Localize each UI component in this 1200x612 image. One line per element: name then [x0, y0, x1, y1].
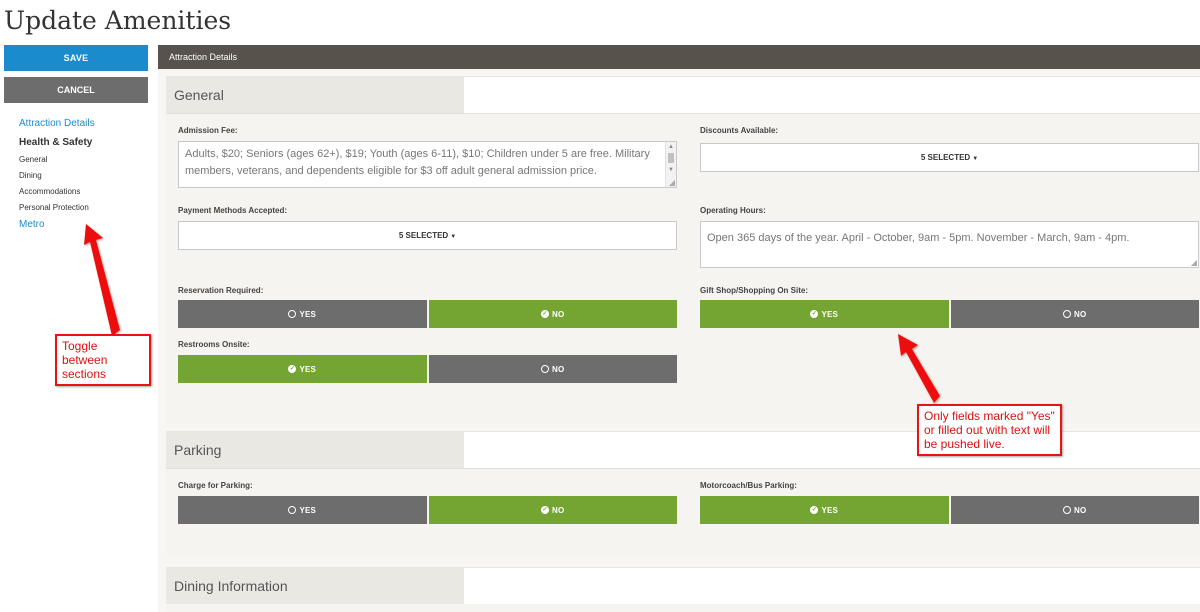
check-circle-icon: ✓	[541, 506, 550, 514]
panel-header: Attraction Details	[158, 45, 1200, 69]
payment-methods-label: Payment Methods Accepted:	[178, 206, 288, 215]
admission-fee-label: Admission Fee:	[178, 126, 238, 135]
admission-fee-value: Adults, $20; Seniors (ages 62+), $19; Yo…	[185, 148, 650, 177]
check-circle-icon: ✓	[288, 365, 297, 373]
nav-sub-personal-protection[interactable]: Personal Protection	[19, 200, 148, 216]
payment-methods-select[interactable]: 5 SELECTED ▼	[178, 221, 677, 250]
restrooms-no-option[interactable]: NO	[426, 355, 677, 383]
section-title-general: General	[166, 77, 464, 113]
page-title: Update Amenities	[4, 6, 232, 35]
reservation-required-toggle: YES ✓ NO	[178, 300, 677, 328]
nav-health-safety[interactable]: Health & Safety	[19, 136, 148, 149]
charge-parking-label: Charge for Parking:	[178, 481, 253, 490]
scroll-up-icon[interactable]: ▲	[668, 143, 674, 151]
operating-hours-value: Open 365 days of the year. April - Octob…	[707, 232, 1130, 244]
gift-shop-toggle: ✓ YES NO	[700, 300, 1199, 328]
charge-parking-toggle: YES ✓ NO	[178, 496, 677, 524]
check-circle-icon: ✓	[810, 310, 819, 318]
charge-parking-yes-option[interactable]: YES	[178, 496, 427, 524]
save-button[interactable]: SAVE	[4, 45, 148, 71]
section-general: General Admission Fee: Adults, $20; Seni…	[166, 76, 1200, 424]
section-title-parking: Parking	[166, 432, 464, 468]
reservation-required-label: Reservation Required:	[178, 286, 264, 295]
annotation-fields-live: Only fields marked "Yes" or filled out w…	[917, 404, 1062, 456]
sidebar: SAVE CANCEL Attraction Details Health & …	[4, 45, 148, 237]
restrooms-yes-option[interactable]: ✓ YES	[178, 355, 427, 383]
caret-down-icon: ▼	[450, 234, 457, 240]
resize-grip-icon[interactable]: ◢	[669, 179, 675, 187]
scroll-down-icon[interactable]: ▼	[668, 166, 674, 174]
section-nav: Attraction Details Health & Safety Gener…	[4, 117, 148, 231]
nav-sub-accommodations[interactable]: Accommodations	[19, 184, 148, 200]
charge-parking-no-option[interactable]: ✓ NO	[426, 496, 677, 524]
section-dining: Dining Information	[166, 567, 1200, 612]
discounts-select[interactable]: 5 SELECTED ▼	[700, 143, 1199, 172]
nav-attraction-details[interactable]: Attraction Details	[19, 117, 148, 130]
radio-empty-icon	[541, 365, 550, 373]
radio-empty-icon	[288, 506, 297, 514]
admission-fee-textarea[interactable]: Adults, $20; Seniors (ages 62+), $19; Yo…	[178, 141, 677, 188]
discounts-label: Discounts Available:	[700, 126, 779, 135]
section-title-dining: Dining Information	[166, 568, 464, 604]
radio-empty-icon	[288, 310, 297, 318]
gift-shop-no-option[interactable]: NO	[948, 300, 1199, 328]
arrow-to-nav	[84, 224, 120, 336]
main-panel: Attraction Details General Admission Fee…	[158, 45, 1200, 612]
nav-metro[interactable]: Metro	[19, 218, 148, 231]
reservation-yes-option[interactable]: YES	[178, 300, 427, 328]
bus-parking-toggle: ✓ YES NO	[700, 496, 1199, 524]
reservation-no-option[interactable]: ✓ NO	[426, 300, 677, 328]
radio-empty-icon	[1063, 310, 1072, 318]
operating-hours-label: Operating Hours:	[700, 206, 766, 215]
radio-empty-icon	[1063, 506, 1072, 514]
cancel-button[interactable]: CANCEL	[4, 77, 148, 103]
nav-sub-dining[interactable]: Dining	[19, 168, 148, 184]
scroll-thumb[interactable]	[668, 153, 674, 163]
caret-down-icon: ▼	[972, 156, 979, 162]
nav-sub-general[interactable]: General	[19, 152, 148, 168]
restrooms-label: Restrooms Onsite:	[178, 340, 250, 349]
bus-parking-yes-option[interactable]: ✓ YES	[700, 496, 949, 524]
gift-shop-yes-option[interactable]: ✓ YES	[700, 300, 949, 328]
operating-hours-textarea[interactable]: Open 365 days of the year. April - Octob…	[700, 221, 1199, 268]
resize-grip-icon[interactable]: ◢	[1191, 259, 1197, 267]
check-circle-icon: ✓	[810, 506, 819, 514]
bus-parking-label: Motorcoach/Bus Parking:	[700, 481, 797, 490]
annotation-toggle-sections: Toggle between sections	[55, 334, 151, 386]
restrooms-toggle: ✓ YES NO	[178, 355, 677, 383]
check-circle-icon: ✓	[541, 310, 550, 318]
gift-shop-label: Gift Shop/Shopping On Site:	[700, 286, 808, 295]
bus-parking-no-option[interactable]: NO	[948, 496, 1199, 524]
